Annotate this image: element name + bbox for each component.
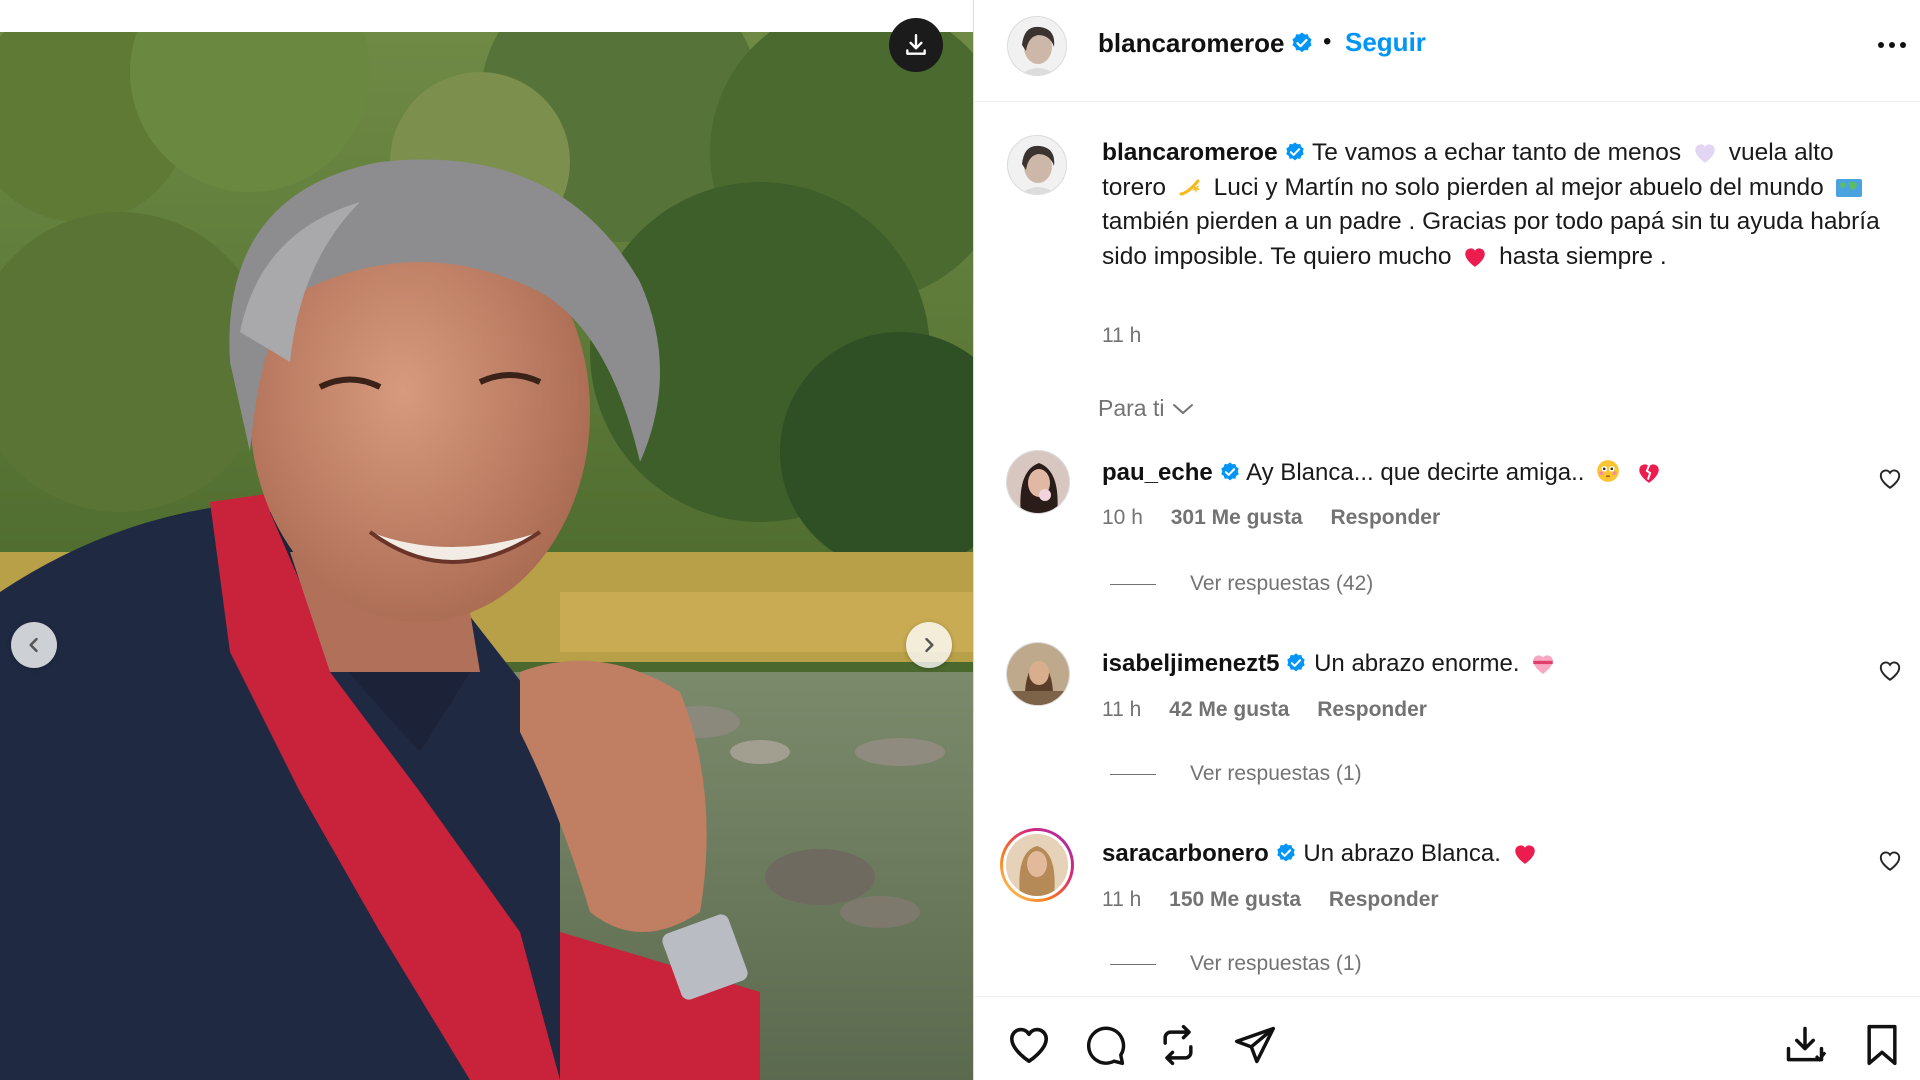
commenter-avatar[interactable] [1006, 450, 1070, 514]
comment-item: saracarbonero Un abrazo Blanca. 11 h 150… [974, 828, 1920, 992]
reply-button[interactable]: Responder [1329, 888, 1439, 911]
commenter-username[interactable]: isabeljimenezt5 [1102, 650, 1279, 677]
view-replies-label: Ver respuestas (1) [1190, 762, 1362, 785]
view-replies-label: Ver respuestas (42) [1190, 572, 1374, 595]
view-replies-button[interactable]: Ver respuestas (1) [1110, 952, 1362, 976]
comment-item: pau_eche Ay Blanca... que decirte amiga.… [974, 450, 1920, 610]
carousel-next-button[interactable] [906, 622, 952, 668]
author-username-text: blancaromeroe [1098, 28, 1285, 58]
replies-line [1110, 583, 1156, 585]
caption-text-3: Luci y Martín no solo pierden al mejor a… [1213, 173, 1824, 201]
verified-badge-icon [1287, 653, 1306, 672]
light-purple-heart-icon [1695, 144, 1715, 163]
comment-item: isabeljimenezt5 Un abrazo enorme. 11 h 4… [974, 642, 1920, 802]
carousel-prev-button[interactable] [11, 622, 57, 668]
bookmark-icon[interactable] [1862, 1023, 1902, 1067]
post-media-pane [0, 0, 973, 1080]
replies-line [1110, 963, 1156, 965]
flushed-face-icon [1597, 460, 1619, 482]
view-replies-button[interactable]: Ver respuestas (1) [1110, 762, 1362, 786]
verified-badge-icon [1221, 462, 1239, 481]
chevron-right-icon [925, 637, 934, 653]
comment-meta: 10 h 301 Me gusta Responder [1102, 506, 1462, 530]
view-replies-button[interactable]: Ver respuestas (42) [1110, 572, 1373, 596]
save-download-icon[interactable] [1782, 1023, 1828, 1067]
comment-time[interactable]: 10 h [1102, 506, 1143, 529]
like-comment-heart-icon[interactable] [1877, 466, 1903, 490]
media-top-strip [0, 0, 973, 32]
comment-likes[interactable]: 150 Me gusta [1169, 888, 1301, 911]
caption-author-avatar[interactable] [1007, 135, 1067, 195]
world-map-icon [1835, 178, 1862, 197]
comment-bubble-icon[interactable] [1082, 1023, 1128, 1067]
comment-body: pau_eche Ay Blanca... que decirte amiga.… [1102, 458, 1666, 487]
comment-text: Ay Blanca... que decirte amiga.. [1246, 459, 1585, 486]
author-username[interactable]: blancaromeroe [1098, 28, 1314, 59]
view-replies-label: Ver respuestas (1) [1190, 952, 1362, 975]
post-caption: blancaromeroe Te vamos a echar tanto de … [1102, 136, 1902, 274]
more-dot-icon [1878, 42, 1884, 48]
comment-time[interactable]: 11 h [1102, 888, 1141, 911]
author-avatar[interactable] [1007, 16, 1067, 76]
verified-badge-icon [1292, 32, 1312, 53]
verified-badge-icon [1277, 843, 1295, 862]
broken-heart-icon [1639, 464, 1659, 483]
comment-body: saracarbonero Un abrazo Blanca. [1102, 840, 1542, 868]
post-side-panel: blancaromeroe • Seguir blancaromeroe Te … [974, 0, 1920, 1080]
red-heart-icon [1465, 247, 1486, 267]
reply-button[interactable]: Responder [1317, 698, 1427, 721]
more-options-button[interactable] [1878, 36, 1912, 54]
post-header: blancaromeroe • Seguir [974, 0, 1920, 102]
commenter-avatar-story-ring[interactable] [1000, 828, 1074, 902]
heart-with-ribbon-icon [1533, 655, 1553, 674]
verified-badge-icon [1285, 142, 1304, 161]
comment-meta: 11 h 42 Me gusta Responder [1102, 698, 1449, 722]
post-action-bar [974, 996, 1920, 1080]
media-download-button[interactable] [889, 18, 943, 72]
header-separator: • [1323, 28, 1332, 55]
like-comment-heart-icon[interactable] [1877, 658, 1903, 682]
caption-text-4: también pierden a un padre . Gracias por… [1102, 208, 1880, 270]
chevron-left-icon [29, 637, 38, 653]
commenter-username[interactable]: saracarbonero [1102, 840, 1269, 867]
commenter-username[interactable]: pau_eche [1102, 459, 1213, 486]
caption-text-5: hasta siempre . [1499, 242, 1667, 270]
post-photo [0, 32, 973, 1080]
comment-text: Un abrazo Blanca. [1303, 840, 1501, 867]
comment-meta: 11 h 150 Me gusta Responder [1102, 888, 1461, 912]
caption-timestamp[interactable]: 11 h [1102, 324, 1141, 348]
comment-body: isabeljimenezt5 Un abrazo enorme. [1102, 650, 1560, 678]
repost-icon[interactable] [1156, 1023, 1200, 1067]
more-dot-icon [1889, 42, 1895, 48]
comment-likes[interactable]: 42 Me gusta [1169, 698, 1289, 721]
like-comment-heart-icon[interactable] [1877, 848, 1903, 872]
like-heart-icon[interactable] [1006, 1023, 1052, 1065]
more-dot-icon [1900, 42, 1906, 48]
comment-likes[interactable]: 301 Me gusta [1171, 506, 1303, 529]
download-icon [906, 34, 926, 55]
comment-time[interactable]: 11 h [1102, 698, 1141, 721]
share-paper-plane-icon[interactable] [1232, 1023, 1278, 1067]
chevron-down-icon [1173, 403, 1194, 414]
commenter-avatar[interactable] [1006, 642, 1070, 706]
caption-text-1: Te vamos a echar tanto de menos [1312, 139, 1682, 166]
dizzy-star-icon [1179, 179, 1200, 195]
comment-text: Un abrazo enorme. [1314, 650, 1520, 677]
caption-username[interactable]: blancaromeroe [1102, 139, 1278, 166]
follow-button[interactable]: Seguir [1345, 27, 1426, 58]
replies-line [1110, 773, 1156, 775]
for-you-label: Para ti [1098, 395, 1165, 421]
reply-button[interactable]: Responder [1330, 506, 1440, 529]
red-heart-icon [1514, 845, 1535, 864]
for-you-sort-dropdown[interactable]: Para ti [1098, 395, 1194, 422]
